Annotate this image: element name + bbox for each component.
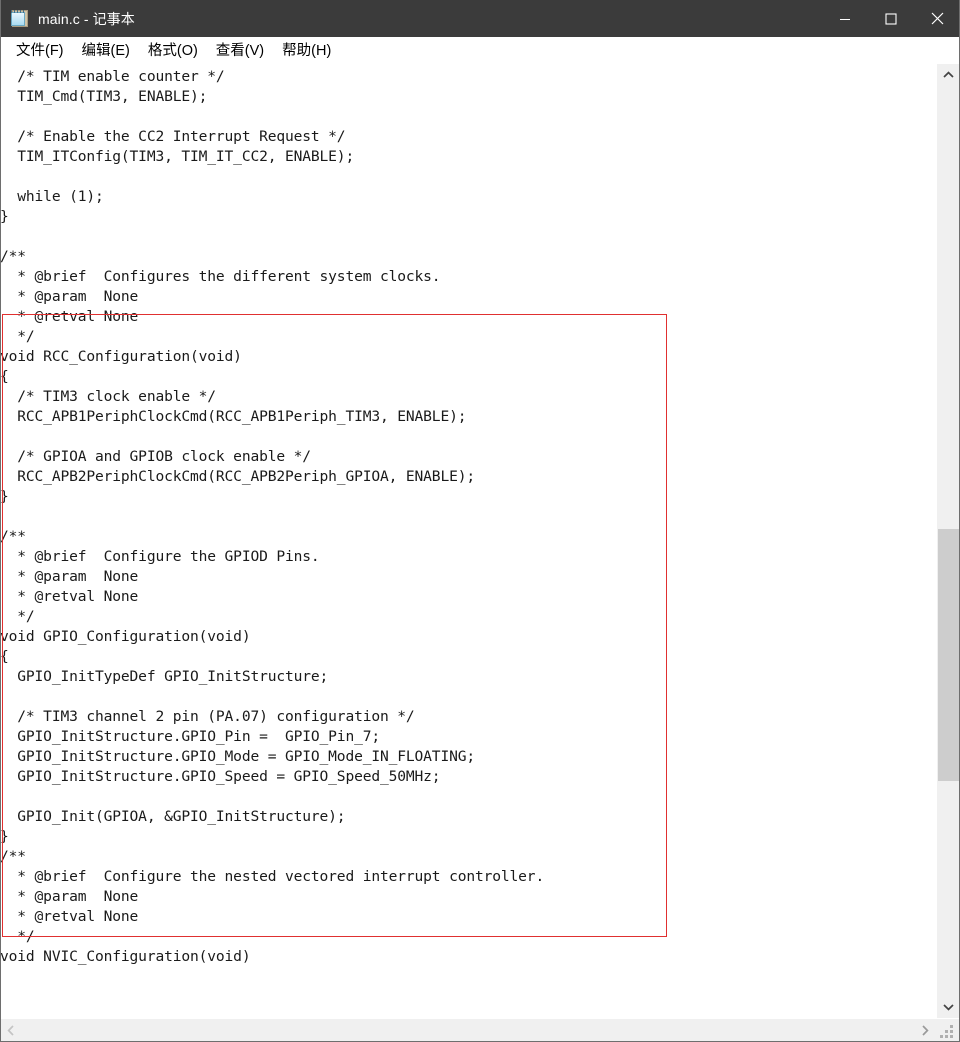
menu-item-view[interactable]: 查看(V) [208, 37, 272, 63]
menu-item-edit[interactable]: 编辑(E) [74, 37, 138, 63]
scroll-left-button[interactable] [0, 1019, 22, 1042]
vertical-scrollbar[interactable] [936, 64, 960, 1018]
resize-grip-icon[interactable] [936, 1019, 960, 1042]
window-title: main.c - 记事本 [38, 10, 135, 27]
horizontal-scrollbar[interactable] [0, 1018, 960, 1042]
notepad-window: main.c - 记事本 文件(F) 编辑(E) 格式(O) 查看(V) 帮助(… [0, 0, 960, 1042]
menu-item-help[interactable]: 帮助(H) [274, 37, 339, 63]
scroll-right-button[interactable] [914, 1019, 936, 1042]
menu-item-file[interactable]: 文件(F) [8, 37, 72, 63]
scroll-down-button[interactable] [937, 996, 960, 1018]
content-row: /* TIM enable counter */ TIM_Cmd(TIM3, E… [0, 64, 960, 1018]
vertical-scrollbar-track[interactable] [937, 86, 960, 996]
minimize-icon [840, 18, 850, 20]
title-bar[interactable]: main.c - 记事本 [0, 0, 960, 37]
menu-bar: 文件(F) 编辑(E) 格式(O) 查看(V) 帮助(H) [0, 37, 960, 64]
close-button[interactable] [914, 0, 960, 37]
maximize-button[interactable] [868, 0, 914, 37]
maximize-icon [885, 12, 897, 25]
chevron-up-icon [943, 71, 954, 78]
menu-item-format[interactable]: 格式(O) [140, 37, 206, 63]
scroll-up-button[interactable] [937, 64, 960, 86]
editor-text[interactable]: /* TIM enable counter */ TIM_Cmd(TIM3, E… [0, 67, 544, 967]
vertical-scrollbar-thumb[interactable] [938, 529, 959, 781]
minimize-button[interactable] [822, 0, 868, 37]
horizontal-scrollbar-track[interactable] [22, 1019, 914, 1042]
close-icon [931, 12, 943, 25]
chevron-left-icon [7, 1025, 14, 1036]
chevron-right-icon [922, 1025, 929, 1036]
editor-body: /* TIM enable counter */ TIM_Cmd(TIM3, E… [0, 64, 960, 1042]
text-area[interactable]: /* TIM enable counter */ TIM_Cmd(TIM3, E… [0, 64, 936, 1018]
chevron-down-icon [943, 1004, 954, 1011]
notepad-icon [11, 9, 29, 28]
